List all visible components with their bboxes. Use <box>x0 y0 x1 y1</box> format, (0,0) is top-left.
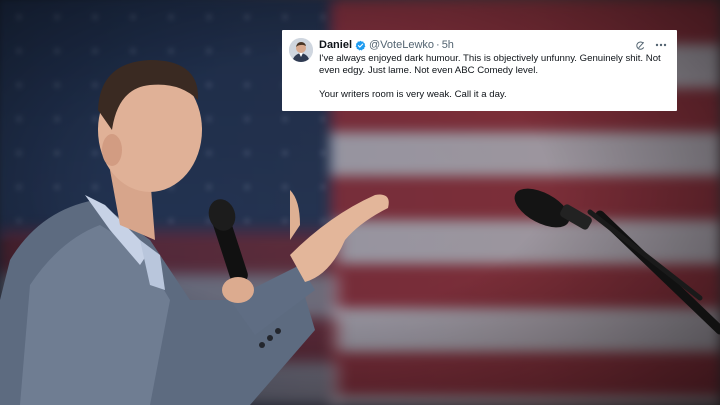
tweet-paragraph: I've always enjoyed dark humour. This is… <box>319 53 661 77</box>
speaker-figure <box>0 60 389 405</box>
verified-badge-icon <box>355 40 366 51</box>
header-separator: · <box>436 39 440 51</box>
grok-icon[interactable] <box>635 40 646 51</box>
display-name[interactable]: Daniel <box>319 39 352 51</box>
more-options-icon[interactable] <box>655 43 667 47</box>
tweet-card[interactable]: Daniel @VoteLewko · 5h I've always enjoy… <box>282 30 677 111</box>
post-time[interactable]: 5h <box>442 39 454 51</box>
avatar[interactable] <box>289 38 313 62</box>
tweet-paragraph: Your writers room is very weak. Call it … <box>319 89 507 101</box>
tweet-header: Daniel @VoteLewko · 5h <box>319 38 667 52</box>
tweet-header-actions <box>635 40 667 51</box>
profile-photo-icon <box>289 38 313 62</box>
microphone-stand <box>514 188 720 335</box>
tweet-text: I've always enjoyed dark humour. This is… <box>319 53 665 102</box>
user-handle[interactable]: @VoteLewko <box>369 39 434 51</box>
